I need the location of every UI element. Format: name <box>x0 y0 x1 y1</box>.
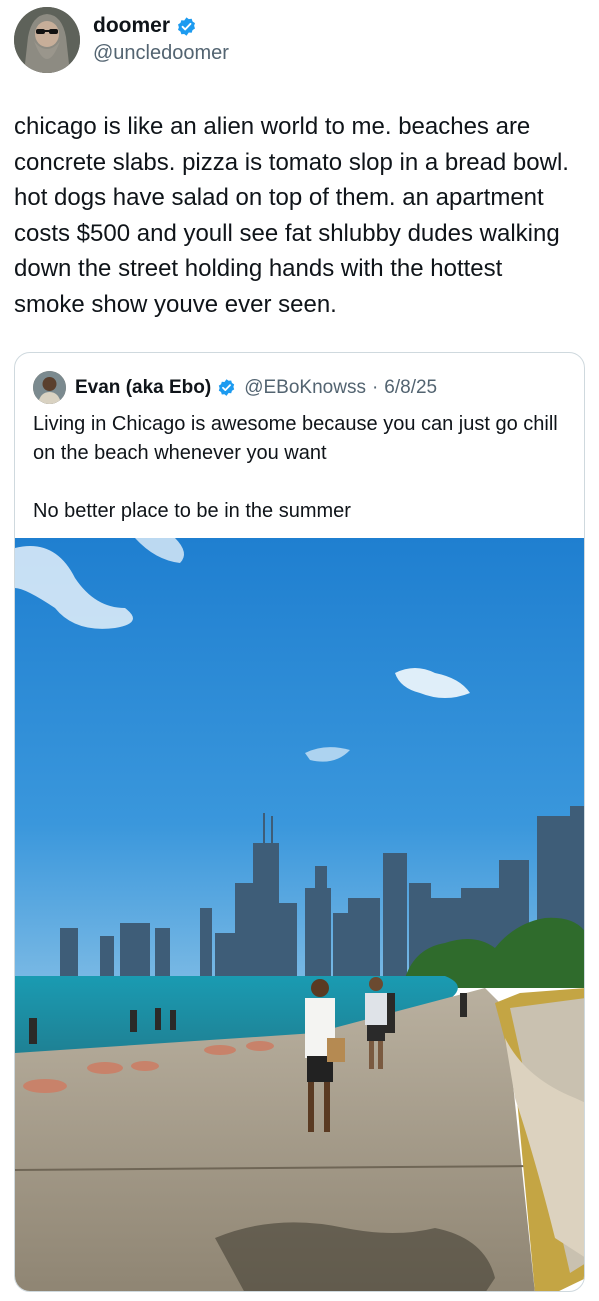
author-name[interactable]: doomer <box>93 14 170 38</box>
tweet-page: doomer @uncledoomer chicago is like an a… <box>0 0 599 1301</box>
author-avatar[interactable] <box>14 7 80 73</box>
verified-badge-icon <box>176 16 197 37</box>
quoted-author-name[interactable]: Evan (aka Ebo) <box>75 377 211 399</box>
tweet-text: chicago is like an alien world to me. be… <box>14 113 576 318</box>
quoted-tweet-date[interactable]: 6/8/25 <box>384 377 437 399</box>
quoted-tweet-text: Living in Chicago is awesome because you… <box>33 413 558 522</box>
author-handle[interactable]: @uncledoomer <box>93 42 229 65</box>
quoted-author-handle[interactable]: @EBoKnowss <box>244 377 366 399</box>
author-name-row: doomer <box>93 14 197 38</box>
verified-badge-icon <box>217 378 236 397</box>
quoted-tweet-card[interactable]: Evan (aka Ebo) @EBoKnowss · 6/8/25 Livin… <box>14 352 585 1292</box>
separator-dot: · <box>371 376 379 398</box>
quoted-tweet-photo[interactable] <box>15 538 584 1291</box>
quoted-author-avatar[interactable] <box>33 371 66 404</box>
quoted-tweet-header: Evan (aka Ebo) @EBoKnowss · 6/8/25 <box>33 371 437 404</box>
